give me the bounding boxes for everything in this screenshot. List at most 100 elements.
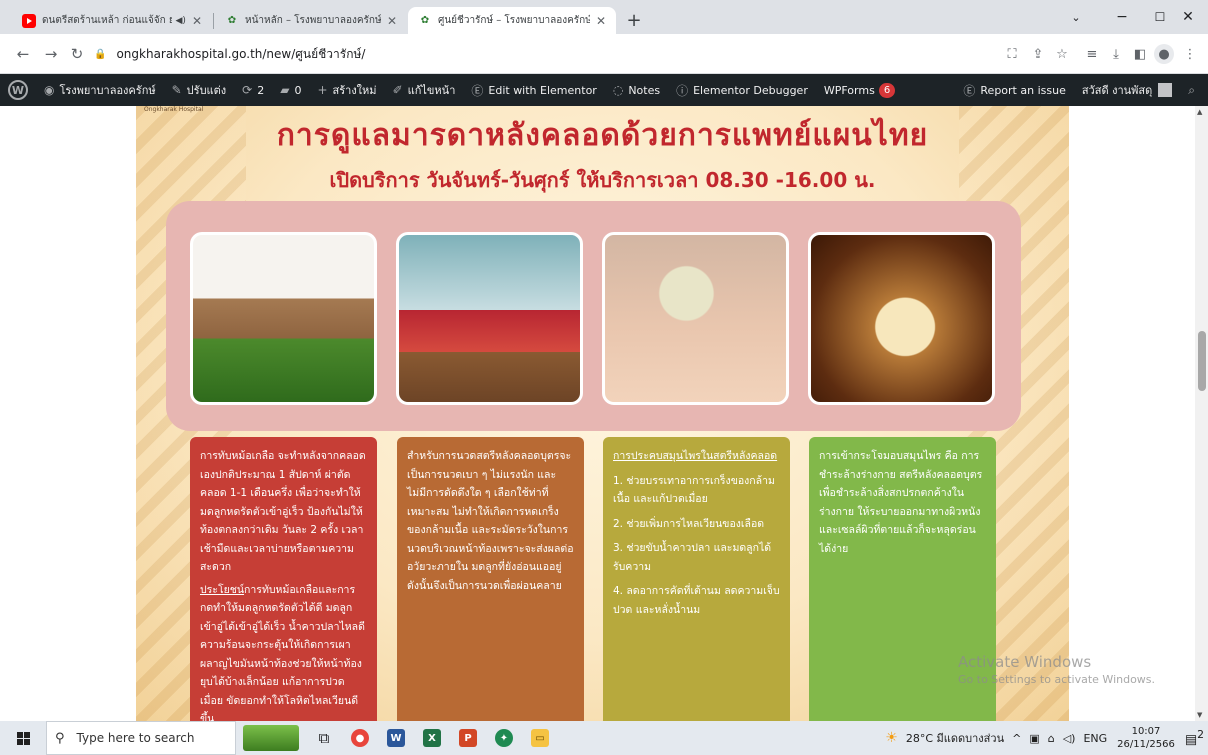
search-icon: ⌕ [1188,82,1195,97]
excel-icon: X [423,729,441,747]
tab-title: ศูนย์ชีวารักษ์ – โรงพยาบาลองครักษ์ [438,15,590,26]
forward-arrow-icon[interactable]: → [40,43,62,65]
scroll-down-arrow-icon[interactable]: ▼ [1197,711,1202,719]
wp-new-content[interactable]: + สร้างใหม่ [309,74,384,106]
language-indicator[interactable]: ENG [1079,732,1111,745]
notification-icon[interactable]: ▤2 [1181,728,1208,747]
user-avatar [1158,83,1173,97]
new-tab-button[interactable]: + [622,8,646,32]
wp-logo-menu[interactable]: W [0,74,36,106]
lock-icon[interactable]: 🔒 [94,49,106,60]
elementor-edit-label: Edit with Elementor [488,83,597,97]
wp-customize[interactable]: ✎ ปรับแต่ง [164,74,235,106]
word-app[interactable]: W [378,721,414,755]
compress-description: การประคบสมุนไพรในสตรีหลังคลอด 1. ช่วยบรร… [603,437,790,721]
side-panel-icon[interactable]: ◧ [1130,44,1150,64]
app-green[interactable]: ✦ [486,721,522,755]
wp-search[interactable]: ⌕ [1180,74,1208,106]
debugger-label: Elementor Debugger [693,83,808,97]
wp-admin-bar: W ◉ โรงพยาบาลองครักษ์ ✎ ปรับแต่ง ⟳ 2 ▰ 0… [0,74,1208,106]
search-icon: ⚲ [55,730,65,746]
browser-tab-home[interactable]: ✿ หน้าหลัก – โรงพยาบาลองครักษ์ ✕ [215,7,407,34]
download-icon[interactable]: ⤓ [1106,44,1126,64]
scrollbar-thumb[interactable] [1198,331,1206,391]
network-icon[interactable]: ⌂ [1044,732,1059,745]
col3-item: 4. ลดอาการคัดที่เต้านม ลดความเจ็บปวด และ… [613,585,780,616]
powerpoint-icon: P [459,729,477,747]
col3-item: 3. ช่วยขับน้ำคาวปลา และมดลูกได้รับความ [613,542,772,573]
meet-icon[interactable]: ▣ [1025,732,1043,745]
wpforms-badge: 6 [878,82,896,98]
wp-wpforms[interactable]: WPForms 6 [816,74,903,106]
powerpoint-app[interactable]: P [450,721,486,755]
salt-pot-photo [190,232,377,405]
tab-separator [213,13,214,29]
poster-subtitle: เปิดบริการ วันจันทร์-วันศุกร์ ให้บริการเ… [329,168,876,192]
close-window-button[interactable]: ✕ [1166,0,1208,34]
back-arrow-icon[interactable]: ← [12,43,34,65]
reading-list-icon[interactable]: ≡ [1082,44,1102,64]
wp-elementor-debugger[interactable]: ⓘ Elementor Debugger [668,74,816,106]
url-text[interactable]: ongkharakhospital.go.th/new/ศูนย์ชีวารัก… [116,45,365,64]
share-icon[interactable]: ⇪ [1028,44,1048,64]
wp-edit-page[interactable]: ✐ แก้ไขหน้า [385,74,464,106]
chrome-app[interactable]: ● [342,721,378,755]
elementor-icon: Ⓔ [471,83,484,98]
edit-page-label: แก้ไขหน้า [407,84,456,97]
elementor-icon: Ⓔ [963,83,976,98]
report-label: Report an issue [980,83,1066,97]
taskbar-search-box[interactable]: ⚲ Type here to search [46,721,236,755]
close-icon[interactable]: ✕ [596,14,606,28]
col3-item: 1. ช่วยบรรเทาอาการเกร็งของกล้ามเนื้อ และ… [613,474,775,506]
excel-app[interactable]: X [414,721,450,755]
close-icon[interactable]: ✕ [387,14,397,28]
task-view-icon[interactable]: ⧉ [306,721,342,755]
start-button[interactable] [0,721,46,755]
wp-notes[interactable]: ◌ Notes [605,74,668,106]
col2-paragraph: สำหรับการนวดสตรีหลังคลอดบุตรจะเป็นการนวด… [407,450,574,592]
wp-user-account[interactable]: สวัสดี งานพัสดุ [1074,74,1180,106]
windows-logo-icon [16,731,30,745]
clock[interactable]: 10:07 26/11/2566 [1111,725,1181,751]
brush-icon: ✎ [171,83,182,97]
wp-edit-with-elementor[interactable]: Ⓔ Edit with Elementor [463,74,604,106]
herbal-sauna-photo [808,232,995,405]
page-scrollbar[interactable]: ▲ ▼ [1195,106,1208,721]
col3-heading: การประคบสมุนไพรในสตรีหลังคลอด [613,450,778,462]
browser-toolbar: ← → ↻ 🔒 ongkharakhospital.go.th/new/ศูนย… [0,34,1208,74]
browser-tab-youtube[interactable]: ดนตรีสดร้านเหล้า ก่อนแจ้จัก ยุคอิ ◀) ✕ [12,7,212,34]
updates-icon: ⟳ [242,83,253,97]
scroll-up-arrow-icon[interactable]: ▲ [1197,108,1202,116]
bookmark-star-icon[interactable]: ☆ [1052,44,1072,64]
hospital-icon: ✿ [420,15,430,26]
file-explorer-app[interactable]: ▭ [522,721,558,755]
profile-avatar-icon[interactable]: ● [1154,44,1174,64]
info-icon: ⓘ [676,83,689,98]
speech-bubble-icon: ◌ [612,83,624,97]
wp-site-name[interactable]: ◉ โรงพยาบาลองครักษ์ [36,74,164,106]
address-bar[interactable]: 🔒 ongkharakhospital.go.th/new/ศูนย์ชีวาร… [94,40,974,68]
wp-updates[interactable]: ⟳ 2 [234,74,272,106]
wp-bar-right: Ⓔ Report an issue สวัสดี งานพัสดุ ⌕ [955,74,1208,106]
tab-search-chevron-icon[interactable]: ⌄ [1054,0,1098,34]
chevron-up-icon[interactable]: ^ [1008,732,1025,745]
translate-icon[interactable]: ⛶ [1002,44,1022,64]
speaker-icon[interactable]: ◀) [176,16,186,26]
new-label: สร้างใหม่ [332,84,377,97]
search-placeholder: Type here to search [76,731,195,745]
pencil-icon: ✐ [392,83,403,97]
wp-report-issue[interactable]: Ⓔ Report an issue [955,74,1073,106]
browser-tab-active[interactable]: ✿ ศูนย์ชีวารักษ์ – โรงพยาบาลองครักษ์ ✕ [408,7,616,34]
chrome-icon: ● [351,729,369,747]
system-tray: ☀ 28°C มีแดดบางส่วน ^ ▣ ⌂ ◁) ENG 10:07 2… [881,721,1208,755]
salt-pot-description: การทับหม้อเกลือ จะทำหลังจากคลอดเองปกติปร… [190,437,377,721]
weather-text[interactable]: 28°C มีแดดบางส่วน [902,729,1008,747]
close-icon[interactable]: ✕ [192,14,202,28]
kebab-menu-icon[interactable]: ⋮ [1180,44,1200,64]
weather-icon[interactable]: ☀ [881,730,902,746]
search-highlight-image[interactable] [236,721,306,755]
wp-comments[interactable]: ▰ 0 [272,74,309,106]
reload-icon[interactable]: ↻ [66,43,88,65]
volume-icon[interactable]: ◁) [1059,732,1080,745]
col4-paragraph: การเข้ากระโจมอบสมุนไพร คือ การชำระล้างร่… [819,450,983,555]
